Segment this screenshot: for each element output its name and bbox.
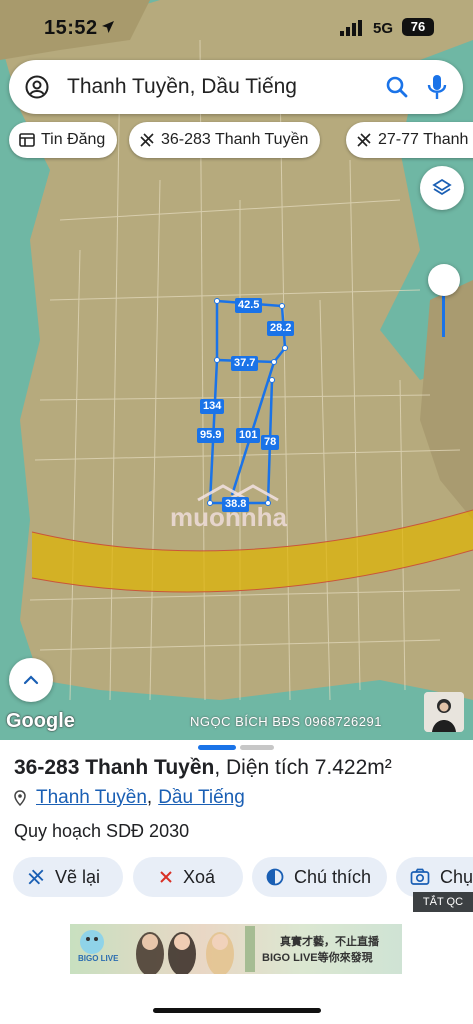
status-bar: 15:52 5G 76 — [0, 0, 473, 56]
status-time: 15:52 — [44, 17, 98, 39]
microphone-icon[interactable] — [427, 74, 447, 100]
location-pin-icon — [14, 790, 26, 806]
chip-parcel-36-283[interactable]: 36-283 Thanh Tuyền — [129, 122, 321, 158]
avatar — [424, 692, 464, 732]
measure-label: 28.2 — [267, 321, 295, 336]
measure-label: 42.5 — [235, 298, 263, 313]
opacity-slider-handle[interactable] — [428, 264, 460, 296]
page-indicator-active — [198, 745, 236, 750]
layers-button[interactable] — [420, 166, 464, 210]
page-indicator — [240, 745, 274, 750]
map-view[interactable]: muonnha 42.5 28.2 37.7 134 95.9 101 78 3… — [0, 0, 473, 740]
measure-label: 101 — [236, 428, 261, 443]
location-separator: , — [146, 787, 153, 808]
ad-text-line1: 真實才藝，不止直播 — [280, 936, 379, 948]
legend-icon — [266, 868, 284, 886]
location-link-district[interactable]: Dầu Tiếng — [158, 787, 245, 809]
chevron-up-icon — [23, 675, 39, 685]
chip-tin-dang[interactable]: Tin Đăng — [9, 122, 118, 158]
search-bar[interactable]: Thanh Tuyền, Dầu Tiếng — [9, 60, 463, 114]
battery-indicator: 76 — [402, 18, 434, 36]
signal-icon — [340, 20, 362, 36]
redraw-icon — [28, 869, 44, 885]
measure-label: 78 — [261, 435, 280, 450]
account-icon[interactable] — [25, 75, 49, 99]
location-arrow-icon — [102, 21, 114, 33]
redraw-button[interactable]: Vẽ lại — [13, 857, 123, 897]
layers-icon — [432, 178, 452, 196]
location-row: Thanh Tuyền , Dầu Tiếng — [14, 787, 245, 809]
measure-label: 37.7 — [231, 356, 259, 371]
search-icon[interactable] — [385, 75, 409, 99]
watermark-text: NGỌC BÍCH BĐS 0968726291 — [190, 714, 382, 729]
capture-label: Chụp — [440, 866, 473, 887]
legend-button[interactable]: Chú thích — [252, 857, 387, 897]
location-link-commune[interactable]: Thanh Tuyền — [36, 787, 147, 809]
legend-label: Chú thích — [294, 866, 372, 887]
expand-button[interactable] — [9, 658, 53, 702]
chip-label: 36-283 Thanh Tuyền — [161, 131, 309, 148]
chip-label: 27-77 Thanh — [378, 131, 469, 148]
delete-button[interactable]: Xoá — [133, 857, 243, 897]
delete-label: Xoá — [183, 866, 216, 887]
hide-ads-button[interactable]: TẮT QC — [413, 892, 473, 912]
measure-label: 95.9 — [197, 428, 225, 443]
ad-brand: BIGO LIVE — [78, 954, 119, 963]
close-icon — [160, 871, 172, 883]
planning-label: Quy hoạch SDĐ 2030 — [14, 821, 190, 841]
redraw-label: Vẽ lại — [55, 866, 101, 887]
parcel-area: , Diện tích 7.422m² — [214, 756, 392, 779]
ad-text-line2: BIGO LIVE等你來發現 — [262, 952, 373, 964]
parcel-id: 36-283 Thanh Tuyền — [14, 756, 215, 779]
parcel-title: 36-283 Thanh Tuyền, Diện tích 7.422m² — [14, 756, 392, 780]
parcel-icon — [140, 133, 154, 147]
bottom-sheet[interactable]: 36-283 Thanh Tuyền, Diện tích 7.422m² Th… — [0, 740, 473, 1024]
search-input[interactable]: Thanh Tuyền, Dầu Tiếng — [67, 75, 297, 99]
google-attribution: Google — [6, 710, 75, 732]
home-indicator — [153, 1008, 321, 1013]
chip-parcel-27-77[interactable]: 27-77 Thanh — [346, 122, 473, 158]
network-type: 5G — [373, 20, 394, 37]
capture-button[interactable]: Chụp — [396, 857, 473, 897]
measure-label: 38.8 — [222, 497, 250, 512]
listing-icon — [19, 133, 35, 147]
camera-icon — [410, 868, 430, 885]
measure-label: 134 — [200, 399, 225, 414]
ad-banner[interactable]: BIGO LIVE 真實才藝，不止直播 BIGO LIVE等你來發現 — [70, 924, 402, 974]
parcel-icon — [357, 133, 371, 147]
chip-label: Tin Đăng — [41, 131, 106, 148]
